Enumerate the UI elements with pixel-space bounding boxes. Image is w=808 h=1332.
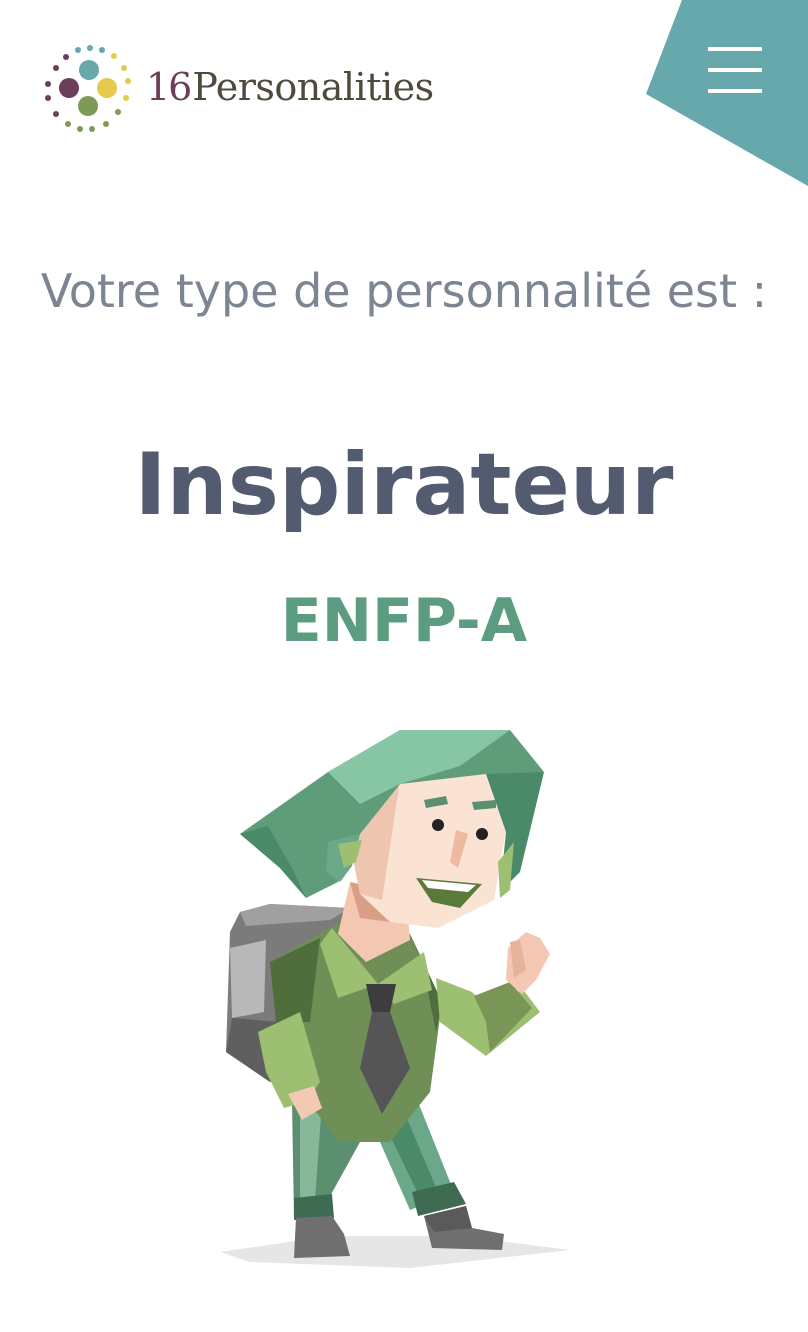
logo-word: Personalities bbox=[192, 65, 434, 109]
menu-line-middle bbox=[708, 68, 762, 72]
menu-line-bottom bbox=[708, 89, 762, 93]
enfp-character-illustration bbox=[210, 722, 590, 1282]
logo-wordmark: 16Personalities bbox=[146, 65, 434, 109]
logo-number: 16 bbox=[146, 65, 192, 109]
logo-dots-icon bbox=[45, 45, 131, 132]
menu-corner-shape bbox=[646, 0, 808, 186]
hamburger-menu-icon[interactable] bbox=[708, 47, 762, 93]
personality-intro-text: Votre type de personnalité est : bbox=[40, 264, 768, 318]
menu-line-top bbox=[708, 47, 762, 51]
personality-type-code: ENFP-A bbox=[280, 586, 528, 656]
personality-type-name: Inspirateur bbox=[134, 435, 674, 535]
site-logo[interactable]: 16Personalities bbox=[44, 44, 434, 134]
